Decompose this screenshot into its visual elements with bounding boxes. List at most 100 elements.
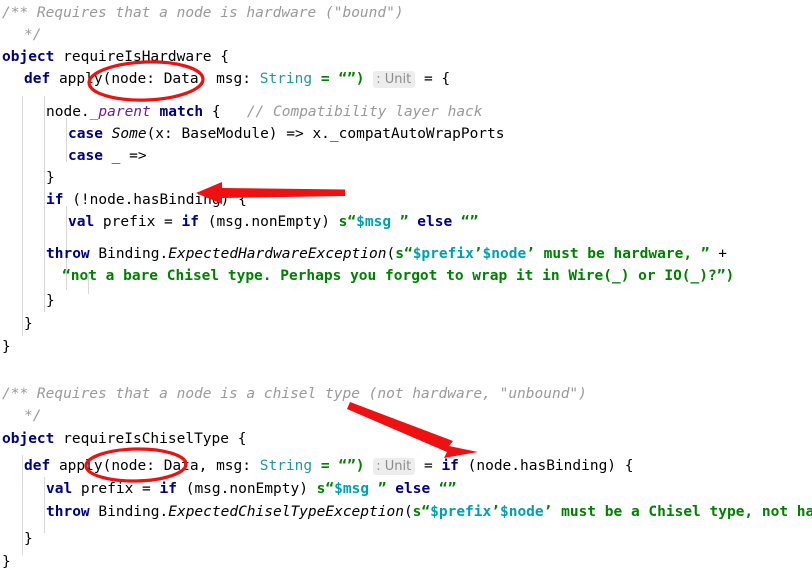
- keyword-case: case: [68, 126, 103, 142]
- string-empty: “”: [430, 481, 457, 497]
- keyword-def: def: [24, 458, 51, 474]
- code-line-close-3: }: [24, 313, 33, 335]
- brace-close: }: [46, 293, 55, 309]
- string-tick: ’: [473, 246, 483, 262]
- string-quote-open: “: [421, 504, 431, 520]
- interpolation-prefix: $prefix: [430, 504, 492, 520]
- keyword-object: object: [2, 431, 55, 447]
- string-quote-open: “: [403, 246, 413, 262]
- doc-comment-close: */: [24, 408, 42, 424]
- code-line-close-4: }: [2, 336, 11, 358]
- string-message: must be hardware,: [534, 246, 701, 262]
- code-line-object-2: object requireIsChiselType {: [2, 428, 246, 450]
- keyword-case: case: [68, 148, 103, 164]
- def-tail: = {: [415, 71, 451, 87]
- case-some: Some: [111, 126, 147, 142]
- code-line-if-1: if (!node.hasBinding) {: [46, 189, 247, 211]
- brace-close: }: [2, 554, 11, 570]
- field-parent: _parent: [89, 104, 151, 120]
- string-quote-close: ”: [391, 214, 418, 230]
- concat-plus: +: [709, 246, 727, 262]
- code-text-layer[interactable]: /** Requires that a node is hardware ("b…: [0, 0, 812, 573]
- code-line-match-1: node._parent match { // Compatibility la…: [46, 104, 483, 120]
- throw-object: Binding.: [89, 246, 169, 262]
- def-name: apply: [58, 458, 103, 474]
- brace-close: }: [24, 531, 33, 547]
- code-line-object-1: object requireIsHardware {: [2, 46, 229, 68]
- code-line-def-2: def apply(node: Data, msg: String = “”) …: [24, 455, 634, 477]
- code-line-throw-cont-1: “not a bare Chisel type. Perhaps you for…: [62, 265, 734, 287]
- exception-name: ExpectedChiselTypeException: [168, 504, 404, 520]
- val-name: prefix =: [72, 481, 160, 497]
- brace-open: {: [220, 49, 229, 65]
- def-tail-eq: =: [415, 458, 442, 474]
- code-editor-view[interactable]: /** Requires that a node is hardware ("b…: [0, 0, 812, 573]
- string-prefix-s: s: [395, 246, 404, 262]
- code-line-close-1: }: [46, 167, 55, 189]
- def-params: (node: Data, msg:: [102, 71, 260, 87]
- doc-comment-close: */: [24, 27, 42, 43]
- string-continuation: “not a bare Chisel type. Perhaps you for…: [62, 268, 735, 284]
- val-cond: (msg.nonEmpty): [176, 481, 317, 497]
- code-line-doc-close-1: */: [24, 24, 41, 46]
- code-line-case-2: case _ =>: [68, 145, 147, 167]
- def-name: apply: [58, 71, 103, 87]
- string-message: must be a Chisel type, not hardware: [561, 504, 812, 520]
- string-quote-open: “: [325, 481, 335, 497]
- interpolation-prefix: $prefix: [412, 246, 474, 262]
- param-default: = “”): [312, 71, 365, 87]
- string-tick: ’: [526, 246, 535, 262]
- code-line-doc-open-1: /** Requires that a node is hardware ("b…: [2, 2, 404, 24]
- def-tail-cond: (node.hasBinding) {: [458, 458, 634, 474]
- doc-comment-text: /** Requires that a node is a chisel typ…: [2, 386, 587, 402]
- interpolation-node: $node: [482, 246, 527, 262]
- code-line-val-2: val prefix = if (msg.nonEmpty) s“$msg ” …: [46, 478, 456, 500]
- code-line-doc-open-2: /** Requires that a node is a chisel typ…: [2, 383, 587, 405]
- keyword-throw: throw: [46, 504, 90, 520]
- keyword-object: object: [2, 49, 55, 65]
- brace-close: }: [46, 170, 55, 186]
- param-type: String: [259, 71, 313, 87]
- val-name: prefix =: [94, 214, 182, 230]
- inline-comment: // Compatibility layer hack: [246, 104, 483, 120]
- keyword-val: val: [46, 481, 73, 497]
- code-line-close-2: }: [46, 290, 55, 312]
- code-line-throw-1: throw Binding.ExpectedHardwareException(…: [46, 243, 727, 265]
- case-wildcard: _ =>: [111, 148, 147, 164]
- if-condition: (!node.hasBinding) {: [72, 192, 247, 208]
- def-params: (node: Data, msg:: [102, 458, 260, 474]
- throw-object: Binding.: [89, 504, 169, 520]
- keyword-else: else: [417, 214, 453, 230]
- param-default: = “”): [312, 458, 365, 474]
- keyword-def: def: [24, 71, 51, 87]
- keyword-if: if: [46, 192, 64, 208]
- interpolation-msg: $msg: [334, 481, 370, 497]
- string-tick: ’: [491, 504, 500, 520]
- keyword-if: if: [159, 481, 177, 497]
- inlay-hint-unit: : Unit: [373, 71, 416, 88]
- string-quote-close: ”: [700, 246, 710, 262]
- code-line-close-6: }: [2, 551, 11, 573]
- keyword-if: if: [441, 458, 459, 474]
- object-name: requireIsHardware: [63, 49, 212, 65]
- param-type: String: [259, 458, 313, 474]
- doc-comment-text: /** Requires that a node is hardware ("b…: [2, 5, 404, 21]
- brace-close: }: [2, 339, 11, 355]
- string-quote-close: ”: [369, 481, 396, 497]
- code-line-close-5: }: [24, 528, 33, 550]
- code-line-throw-2: throw Binding.ExpectedChiselTypeExceptio…: [46, 501, 812, 523]
- paren-open: (: [386, 246, 396, 262]
- val-cond: (msg.nonEmpty): [198, 214, 339, 230]
- code-line-def-1: def apply(node: Data, msg: String = “”) …: [24, 68, 450, 90]
- exception-name: ExpectedHardwareException: [168, 246, 387, 262]
- inlay-hint-unit: : Unit: [373, 458, 416, 475]
- brace-open: {: [237, 431, 247, 447]
- code-line-val-1: val prefix = if (msg.nonEmpty) s“$msg ” …: [68, 211, 478, 233]
- brace-close: }: [24, 316, 33, 332]
- string-quote-open: “: [347, 214, 357, 230]
- paren-open: (: [403, 504, 413, 520]
- keyword-if: if: [181, 214, 199, 230]
- keyword-val: val: [68, 214, 95, 230]
- object-name: requireIsChiselType: [63, 431, 229, 447]
- interpolation-msg: $msg: [356, 214, 392, 230]
